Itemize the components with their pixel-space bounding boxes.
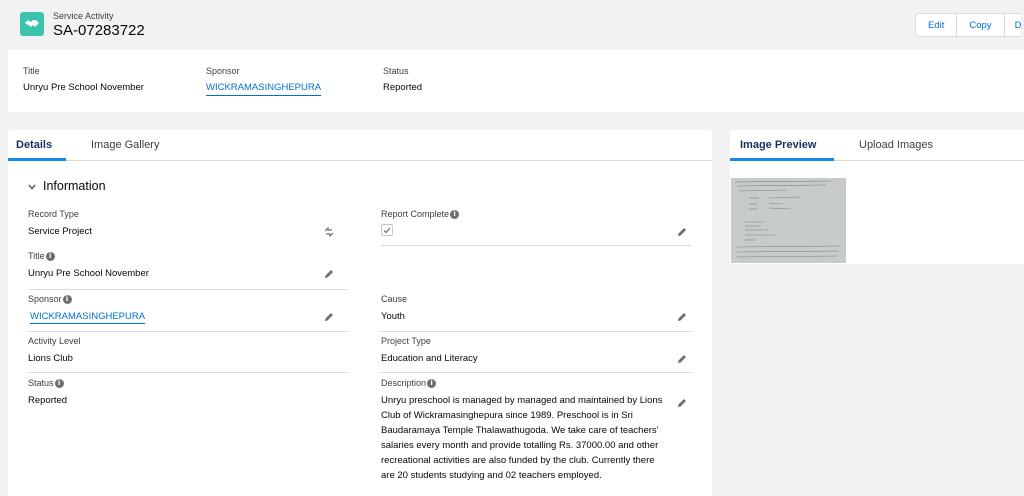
highlight-status-value: Reported [383, 82, 423, 93]
sponsor-label: Sponsor [28, 294, 62, 304]
field-report-complete: Report Complete i [381, 209, 691, 246]
chevron-down-icon [28, 179, 36, 193]
highlight-sponsor-link[interactable]: WICKRAMASINGHEPURA [206, 82, 322, 96]
field-record-type: Record Type Service Project [28, 209, 348, 239]
object-type-label: Service Activity [53, 11, 114, 21]
edit-button[interactable]: Edit [916, 14, 958, 36]
section-title: Information [43, 179, 106, 193]
field-divider [381, 372, 691, 373]
highlight-title-label: Title [23, 66, 40, 76]
edit-description-pencil-icon[interactable] [677, 398, 687, 411]
delete-button[interactable]: D [1004, 14, 1022, 36]
field-divider [28, 372, 348, 373]
field-activity-level: Activity Level Lions Club [28, 336, 348, 373]
tab-upload-images[interactable]: Upload Images [859, 139, 933, 151]
description-label-row: Description i [381, 378, 691, 388]
copy-button[interactable]: Copy [957, 14, 1005, 36]
field-divider [28, 331, 348, 332]
highlight-sponsor-label: Sponsor [206, 66, 240, 76]
handshake-icon [20, 12, 44, 36]
cause-label: Cause [381, 294, 408, 304]
field-divider [381, 245, 691, 246]
title-label-row: Title i [28, 251, 348, 261]
activity-level-label: Activity Level [28, 336, 81, 346]
field-status: Status i Reported [28, 378, 348, 408]
highlight-title: Title Unryu Pre School November [23, 66, 144, 93]
field-divider [28, 289, 348, 290]
edit-cause-pencil-icon[interactable] [677, 312, 687, 325]
tab-image-gallery[interactable]: Image Gallery [91, 139, 159, 151]
highlight-sponsor: Sponsor WICKRAMASINGHEPURA [206, 66, 322, 96]
title-label: Title [28, 251, 45, 261]
status-label-row: Status i [28, 378, 348, 388]
sponsor-link[interactable]: WICKRAMASINGHEPURA [30, 311, 146, 324]
report-complete-label: Report Complete [381, 209, 450, 219]
image-thumbnail[interactable] [731, 178, 846, 263]
tab-image-preview[interactable]: Image Preview [740, 139, 816, 151]
highlight-title-value: Unryu Pre School November [23, 82, 144, 93]
field-project-type: Project Type Education and Literacy [381, 336, 691, 373]
info-icon[interactable]: i [54, 378, 64, 388]
field-cause: Cause Youth [381, 294, 691, 332]
report-complete-value [381, 224, 691, 236]
info-icon[interactable]: i [62, 294, 72, 304]
tab-active-indicator [730, 158, 834, 161]
edit-report-complete-pencil-icon[interactable] [677, 227, 687, 240]
edit-title-pencil-icon[interactable] [324, 269, 334, 282]
side-tab-bar: Image Preview Upload Images [730, 130, 1024, 161]
highlight-status-label: Status [383, 66, 409, 76]
tab-active-indicator [8, 158, 66, 161]
status-label: Status [28, 378, 54, 388]
project-type-label: Project Type [381, 336, 431, 346]
main-tab-bar: Details Image Gallery [8, 130, 712, 161]
field-description: Description i Unryu preschool is managed… [381, 378, 691, 483]
information-section-header[interactable]: Information [28, 179, 106, 193]
title-value: Unryu Pre School November [28, 268, 149, 279]
image-preview-card: Image Preview Upload Images [730, 130, 1024, 264]
record-name: SA-07283722 [53, 22, 145, 39]
sponsor-label-row: Sponsor i [28, 294, 348, 304]
project-type-value: Education and Literacy [381, 353, 478, 364]
cause-value: Youth [381, 311, 405, 322]
change-record-type-icon[interactable] [324, 226, 334, 240]
tab-details[interactable]: Details [16, 139, 52, 151]
description-value: Unryu preschool is managed by managed an… [381, 395, 663, 481]
record-type-value: Service Project [28, 226, 92, 237]
record-type-label: Record Type [28, 209, 79, 219]
description-label: Description [381, 378, 427, 388]
field-title: Title i Unryu Pre School November [28, 251, 348, 290]
action-button-group: Edit Copy D [915, 13, 1022, 37]
info-icon[interactable]: i [427, 378, 437, 388]
status-value: Reported [28, 395, 68, 406]
highlights-panel: Title Unryu Pre School November Sponsor … [8, 50, 1024, 112]
field-divider [381, 331, 691, 332]
page-header: Service Activity SA-07283722 Edit Copy D [8, 6, 1024, 44]
info-icon[interactable]: i [45, 251, 55, 261]
highlight-status: Status Reported [383, 66, 422, 93]
details-card: Details Image Gallery Information Record… [8, 130, 712, 496]
report-complete-checkbox [381, 224, 393, 236]
report-complete-label-row: Report Complete i [381, 209, 691, 219]
info-icon[interactable]: i [450, 209, 460, 219]
edit-project-type-pencil-icon[interactable] [677, 354, 687, 367]
activity-level-value: Lions Club [28, 353, 73, 364]
field-sponsor: Sponsor i WICKRAMASINGHEPURA [28, 294, 348, 332]
edit-sponsor-pencil-icon[interactable] [324, 312, 334, 325]
